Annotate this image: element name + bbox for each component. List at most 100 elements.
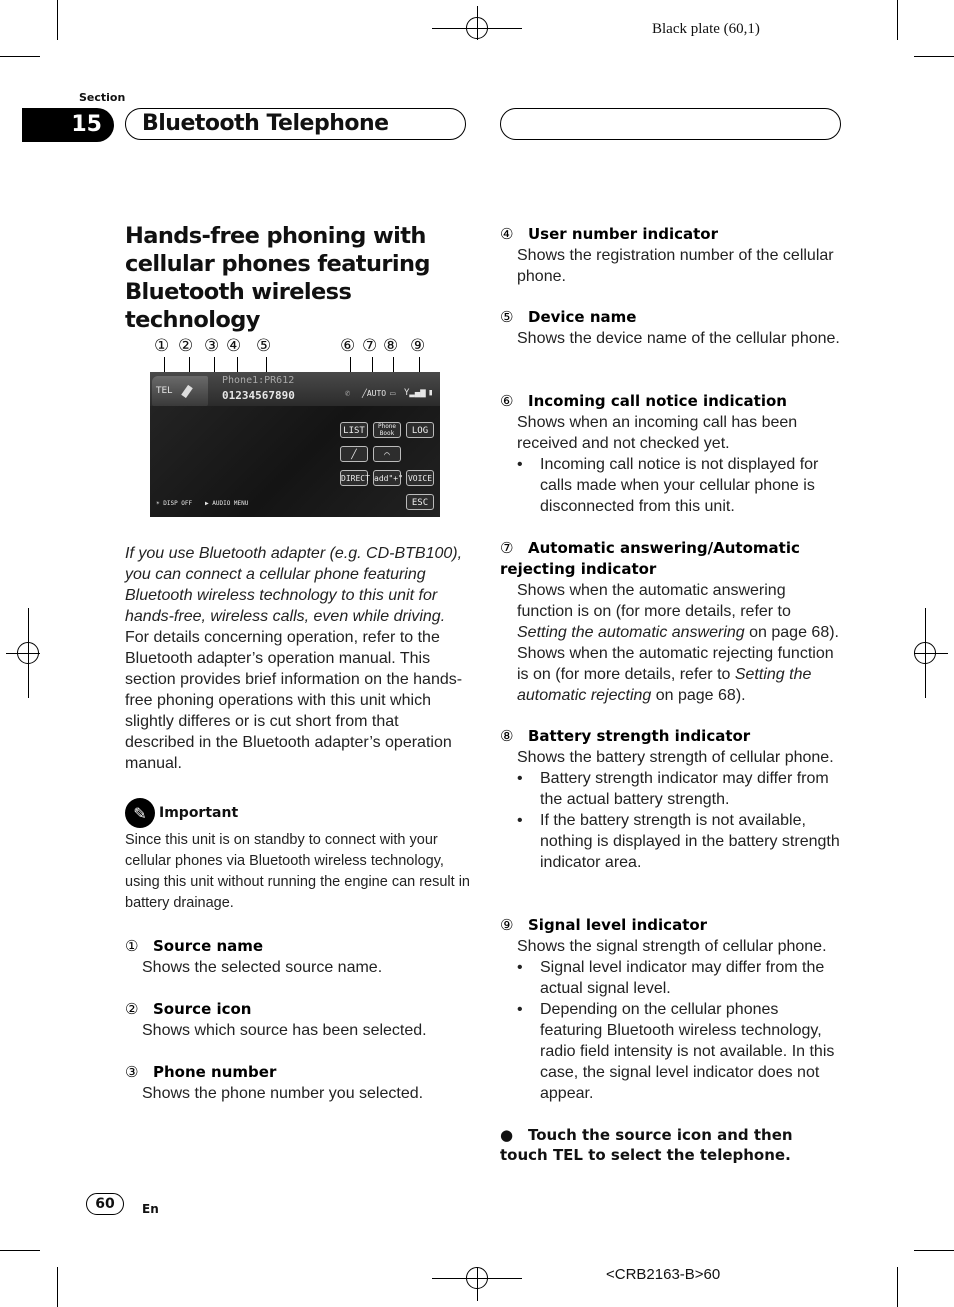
item-title: Automatic answering/Automatic rejecting … (500, 539, 800, 578)
disp-off-button[interactable]: ☀ DISP OFF (156, 500, 198, 507)
item-title: Phone number (153, 1063, 277, 1081)
item-title: Source icon (153, 1000, 252, 1018)
light-bulb-icon: ☀ (156, 500, 160, 507)
item-title: Battery strength indicator (528, 727, 751, 745)
pushpin-icon: ✎ (125, 798, 155, 828)
item-description: Shows the selected source name. (142, 959, 383, 976)
bullet-list: Battery strength indicator may differ fr… (500, 768, 845, 873)
list-item: ① Source name Shows the selected source n… (125, 936, 470, 978)
item-description: Shows when an incoming call has been rec… (517, 414, 798, 452)
item-description: Shows the registration number of the cel… (517, 247, 834, 285)
item-description: Shows the battery strength of cellular p… (517, 749, 834, 766)
bullet-list: Incoming call notice is not displayed fo… (500, 454, 845, 517)
list-item: ⑥ Incoming call notice indication Shows w… (500, 391, 845, 517)
callout-3: ③ (204, 336, 220, 356)
esc-button[interactable]: ESC (406, 494, 434, 510)
hang-up-button[interactable]: ⌒ (373, 446, 401, 462)
phone-book-button[interactable]: Phone Book (373, 422, 401, 438)
phone-battery-icon: ▮ (428, 388, 434, 398)
audio-menu-label: AUDIO MENU (212, 500, 249, 507)
add-plus-button[interactable]: add"+" (373, 470, 403, 486)
item-title: User number indicator (528, 225, 719, 243)
section-title: Bluetooth Telephone (142, 111, 389, 136)
item-description: Shows the phone number you selected. (142, 1085, 424, 1102)
intro-plain: For details concerning operation, refer … (125, 629, 463, 772)
source-box[interactable]: TEL ▮ (152, 376, 208, 406)
item-number: ② (125, 1000, 139, 1018)
list-item: ② Source icon Shows which source has been… (125, 999, 470, 1041)
item-description: Shows the device name of the cellular ph… (517, 330, 840, 347)
crop-mark (897, 1267, 898, 1307)
item-number: ⑦ (500, 539, 514, 557)
item-number: ⑧ (500, 727, 514, 745)
phone-source-icon: ▮ (176, 376, 200, 404)
section-title-pill: Bluetooth Telephone (125, 108, 466, 140)
callout-1: ① (154, 336, 170, 356)
item-title: Device name (528, 308, 637, 326)
list-item: ⑦ Automatic answering/Automatic rejecting… (500, 538, 845, 706)
bullet-item: If the battery strength is not available… (517, 810, 845, 873)
list-item: ⑤ Device name Shows the device name of th… (500, 307, 845, 349)
item-number: ④ (500, 225, 514, 243)
page-number: 60 (86, 1193, 124, 1215)
hang-up-icon: ⌒ (384, 450, 390, 460)
callout-2: ② (178, 336, 194, 356)
cross-reference: Setting the automatic answering (517, 624, 745, 641)
list-button[interactable]: LIST (340, 422, 368, 438)
intro-italic: If you use Bluetooth adapter (e.g. CD-BT… (125, 545, 463, 625)
audio-menu-button[interactable]: ▶ AUDIO MENU (205, 500, 255, 507)
crop-mark (0, 1250, 40, 1251)
list-item: ⑨ Signal level indicator Shows the signal… (500, 915, 845, 1104)
list-item: ⑧ Battery strength indicator Shows the ba… (500, 726, 845, 873)
language-code: En (142, 1202, 159, 1216)
item-number: ① (125, 937, 139, 955)
crop-mark (897, 0, 898, 40)
incoming-call-icon: ✆ (345, 389, 351, 399)
callout-6: ⑥ (340, 336, 356, 356)
callout-5: ⑤ (256, 336, 272, 356)
page-heading: Hands-free phoning with cellular phones … (125, 223, 430, 333)
crop-mark (914, 1250, 954, 1251)
play-icon: ▶ (205, 500, 209, 507)
crop-mark (914, 56, 954, 57)
bullet-item: Incoming call notice is not displayed fo… (517, 454, 845, 517)
list-item: ④ User number indicator Shows the registr… (500, 224, 845, 287)
desc-text: Shows when the automatic answering funct… (517, 582, 791, 620)
important-text: Since this unit is on standby to connect… (125, 832, 470, 911)
desc-text: on page 68). (744, 624, 839, 641)
bullet-item: Signal level indicator may differ from t… (517, 957, 845, 999)
call-button[interactable]: ╱ (340, 446, 368, 462)
voice-button[interactable]: VOICE (406, 470, 434, 486)
crop-mark (0, 56, 40, 57)
bullet-item: Depending on the cellular phones featuri… (517, 999, 845, 1104)
important-title: Important (159, 805, 239, 821)
desc-text: on page 68). (651, 687, 746, 704)
plate-label: Black plate (60,1) (652, 21, 760, 37)
callout-4: ④ (226, 336, 242, 356)
item-number: ⑤ (500, 308, 514, 326)
direct-button[interactable]: DIRECT (340, 470, 370, 486)
item-number: ⑥ (500, 392, 514, 410)
job-code: <CRB2163-B>60 (606, 1266, 721, 1283)
call-icon: ╱ (351, 450, 357, 460)
phone-number: 01234567890 (222, 389, 295, 402)
signal-level-icon: Y▂▄▆ (404, 388, 426, 398)
right-header-pill (500, 108, 841, 140)
source-name: TEL (156, 386, 173, 396)
list-item: ③ Phone number Shows the phone number you… (125, 1062, 470, 1104)
bullet-list: Signal level indicator may differ from t… (500, 957, 845, 1104)
step-bullet-icon: ● (500, 1126, 514, 1144)
disp-off-label: DISP OFF (163, 500, 193, 507)
callout-9: ⑨ (410, 336, 426, 356)
item-description: Shows when the automatic answering funct… (500, 580, 845, 706)
screen-callouts: ① ② ③ ④ ⑤ ⑥ ⑦ ⑧ ⑨ (150, 336, 450, 358)
intro-paragraph: If you use Bluetooth adapter (e.g. CD-BT… (125, 543, 470, 774)
item-number: ⑨ (500, 916, 514, 934)
telephone-screen: TEL ▮ Phone1:PR612 01234567890 ✆ ╱AUTO ▭… (150, 372, 440, 517)
item-description: Shows which source has been selected. (142, 1022, 427, 1039)
item-number: ③ (125, 1063, 139, 1081)
auto-answer-indicator: ╱AUTO (362, 389, 386, 398)
log-button[interactable]: LOG (406, 422, 434, 438)
item-title: Source name (153, 937, 264, 955)
crop-mark (57, 1267, 58, 1307)
